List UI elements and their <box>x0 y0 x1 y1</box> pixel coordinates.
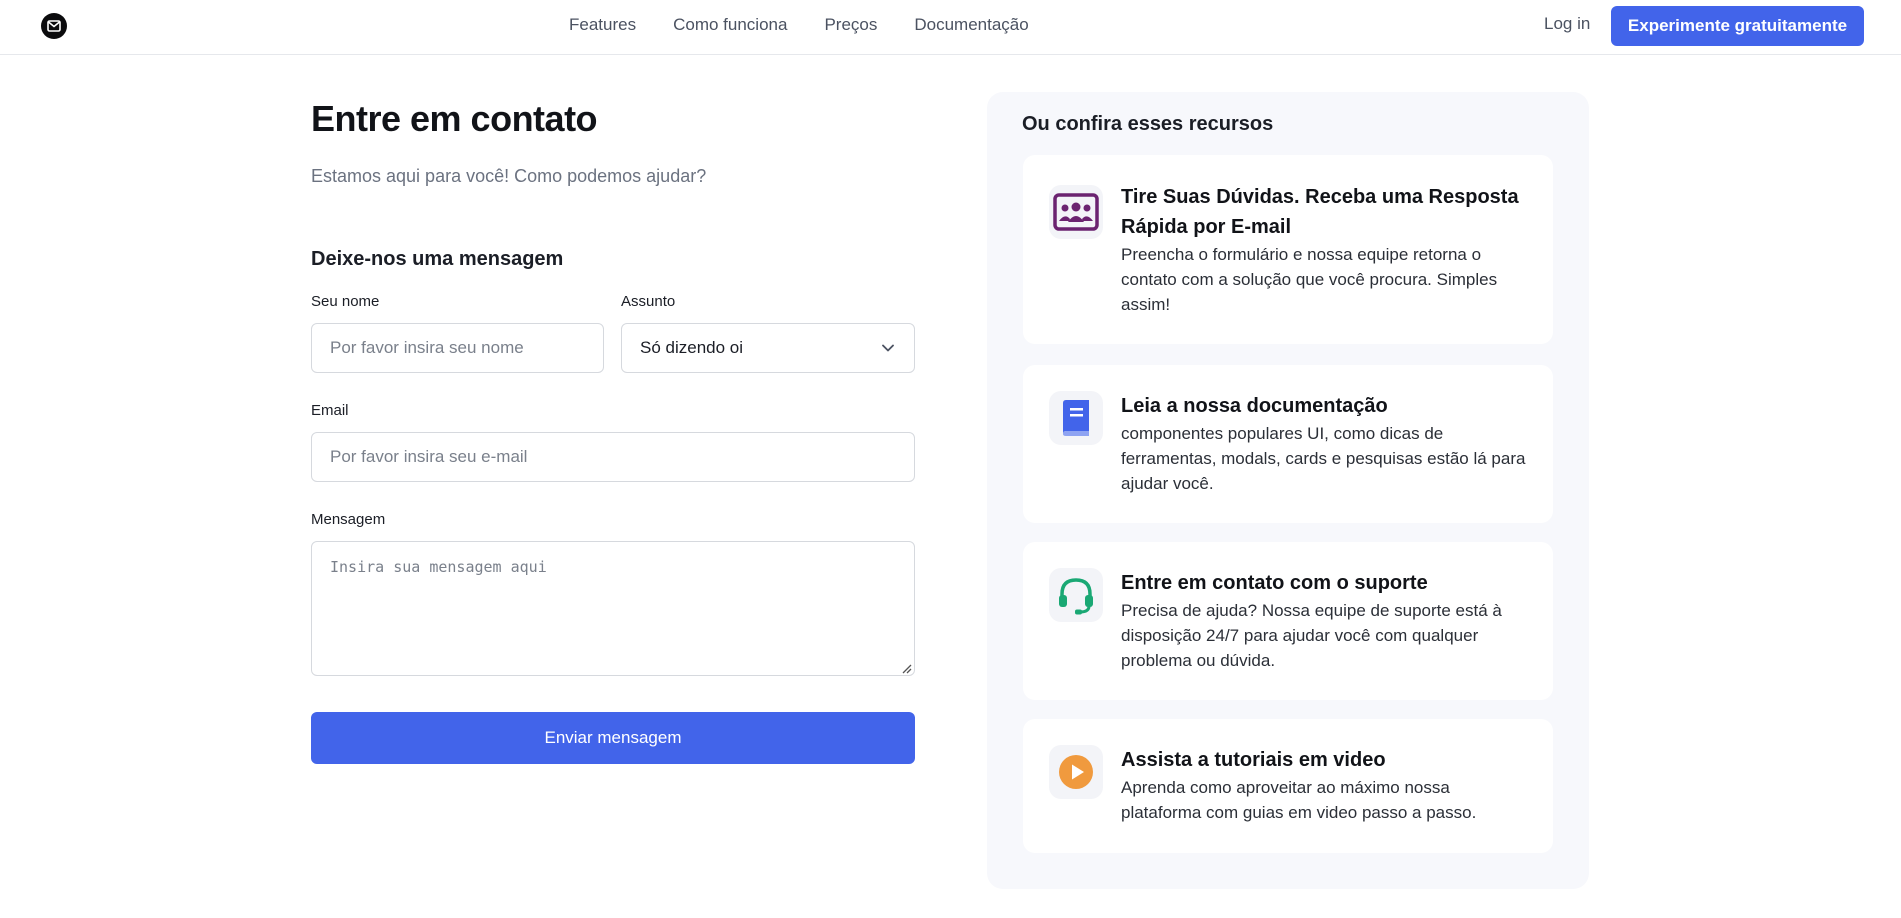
email-label: Email <box>311 402 349 419</box>
nav-links: Features Como funciona Preços Documentaç… <box>569 0 1066 50</box>
nav-link-features[interactable]: Features <box>569 15 636 35</box>
resource-card-title: Tire Suas Dúvidas. Receba uma Resposta R… <box>1121 186 1519 238</box>
resource-card-videos[interactable]: Assista a tutoriais em video Aprenda com… <box>1023 719 1553 853</box>
nav-link-precos[interactable]: Preços <box>824 15 877 35</box>
chevron-down-icon <box>882 344 894 352</box>
resource-card-email[interactable]: Tire Suas Dúvidas. Receba uma Resposta R… <box>1023 155 1553 344</box>
team-icon <box>1049 185 1103 239</box>
message-label: Mensagem <box>311 511 386 528</box>
resource-card-text: Precisa de ajuda? Nossa equipe de suport… <box>1121 601 1502 670</box>
play-icon <box>1049 745 1103 799</box>
nav-link-como-funciona[interactable]: Como funciona <box>673 15 787 35</box>
message-textarea[interactable] <box>311 541 915 676</box>
resource-card-text: Preencha o formulário e nossa equipe ret… <box>1121 245 1498 314</box>
resource-card-title: Assista a tutoriais em video <box>1121 749 1386 771</box>
submit-button[interactable]: Enviar mensagem <box>311 712 915 764</box>
email-input[interactable] <box>311 432 915 482</box>
subject-select-value: Só dizendo oi <box>640 338 744 357</box>
resource-card-title: Leia a nossa documentação <box>1121 395 1388 417</box>
nav-link-documentacao[interactable]: Documentação <box>914 15 1028 35</box>
resize-handle-icon[interactable] <box>900 662 912 674</box>
page-subtitle: Estamos aqui para você! Como podemos aju… <box>311 166 707 186</box>
name-label: Seu nome <box>311 293 380 310</box>
name-input[interactable] <box>311 323 604 373</box>
mail-icon[interactable] <box>41 13 67 39</box>
subject-select[interactable]: Só dizendo oi <box>621 323 915 373</box>
resource-card-docs[interactable]: Leia a nossa documentação componentes po… <box>1023 365 1553 523</box>
page-title: Entre em contato <box>311 98 598 139</box>
subject-label: Assunto <box>621 293 676 310</box>
resource-card-support[interactable]: Entre em contato com o suporte Precisa d… <box>1023 542 1553 700</box>
resources-title: Ou confira esses recursos <box>1022 113 1274 135</box>
resource-card-title: Entre em contato com o suporte <box>1121 572 1428 594</box>
login-link[interactable]: Log in <box>1544 14 1590 34</box>
book-icon <box>1049 391 1103 445</box>
free-trial-button[interactable]: Experimente gratuitamente <box>1611 6 1864 46</box>
resource-card-text: componentes populares UI, como dicas de … <box>1121 424 1526 493</box>
headset-icon <box>1049 568 1103 622</box>
top-navbar: Features Como funciona Preços Documentaç… <box>0 0 1901 55</box>
form-title: Deixe-nos uma mensagem <box>311 248 564 270</box>
resource-card-text: Aprenda como aproveitar ao máximo nossa … <box>1121 778 1477 822</box>
